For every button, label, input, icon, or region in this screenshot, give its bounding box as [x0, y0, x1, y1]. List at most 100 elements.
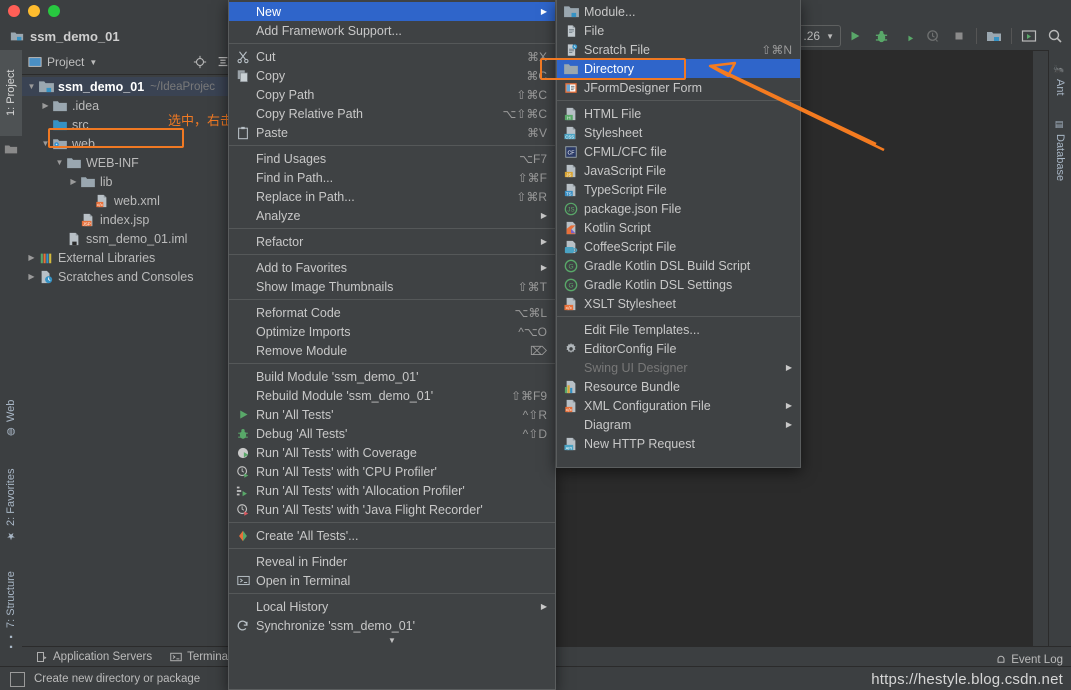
menu-item[interactable]: Run 'All Tests' with 'Allocation Profile… — [229, 481, 555, 500]
context-menu[interactable]: New ▶ Add Framework Support... Cut ⌘X Copy ⌘C C… — [228, 0, 556, 690]
tree-node[interactable]: ▶ External Libraries — [22, 248, 232, 267]
menu-item[interactable]: Debug 'All Tests' ^⇧D — [229, 424, 555, 443]
tree-node[interactable]: ▼ web — [22, 134, 232, 153]
menu-item[interactable]: Show Image Thumbnails ⇧⌘T — [229, 277, 555, 296]
tree-node[interactable]: ▶ Scratches and Consoles — [22, 267, 232, 286]
menu-item[interactable]: Synchronize 'ssm_demo_01' — [229, 616, 555, 635]
menu-item[interactable]: G Gradle Kotlin DSL Settings — [557, 275, 800, 294]
menu-item[interactable]: Run 'All Tests' with 'Java Flight Record… — [229, 500, 555, 519]
menu-item[interactable]: Module... — [557, 2, 800, 21]
sidebar-item-structure[interactable]: ▪▪ 7: Structure — [0, 562, 22, 662]
menu-item[interactable]: JS JavaScript File — [557, 161, 800, 180]
project-tree[interactable]: ▼ ssm_demo_01 ~/IdeaProjec ▶ .idea src ▼ web ▼ WE… — [22, 75, 232, 286]
chevron-down-icon[interactable]: ▼ — [40, 138, 51, 149]
menu-item[interactable]: Directory — [557, 59, 800, 78]
menu-item[interactable]: Optimize Imports ^⌥O — [229, 322, 555, 341]
sidebar-item-web[interactable]: ◍ Web — [0, 390, 22, 446]
chevron-right-icon[interactable]: ▶ — [40, 100, 51, 111]
menu-item[interactable]: </> XML Configuration File ▶ — [557, 396, 800, 415]
project-structure-button[interactable] — [982, 24, 1006, 48]
chevron-right-icon[interactable]: ▶ — [26, 252, 37, 263]
menu-item[interactable]: CSS Stylesheet — [557, 123, 800, 142]
minimize-window-button[interactable] — [28, 5, 40, 17]
menu-item[interactable]: New ▶ — [229, 2, 555, 21]
menu-item[interactable]: Local History ▶ — [229, 597, 555, 616]
bottom-item-terminal[interactable]: Termina — [170, 651, 228, 663]
project-view-icon — [28, 55, 42, 69]
tree-node[interactable]: JSP index.jsp — [22, 210, 232, 229]
close-window-button[interactable] — [8, 5, 20, 17]
sidebar-item-favorites[interactable]: ★ 2: Favorites — [0, 454, 22, 556]
tree-node[interactable]: </> web.xml — [22, 191, 232, 210]
menu-item[interactable]: Reveal in Finder — [229, 552, 555, 571]
menu-item[interactable]: Reformat Code ⌥⌘L — [229, 303, 555, 322]
new-submenu[interactable]: Module... File Scratch File ⇧⌘N Directory JFo… — [556, 0, 801, 468]
menu-item[interactable]: Find in Path... ⇧⌘F — [229, 168, 555, 187]
menu-item[interactable]: Refactor ▶ — [229, 232, 555, 251]
chevron-right-icon[interactable]: ▶ — [26, 271, 37, 282]
run-button[interactable] — [843, 24, 867, 48]
menu-item[interactable]: </> XSLT Stylesheet — [557, 294, 800, 313]
event-log-button[interactable]: Event Log — [995, 654, 1063, 666]
tree-node[interactable]: ▼ WEB-INF — [22, 153, 232, 172]
menu-scroll-down[interactable]: ▼ — [229, 635, 555, 646]
menu-item[interactable]: Find Usages ⌥F7 — [229, 149, 555, 168]
maximize-window-button[interactable] — [48, 5, 60, 17]
menu-item[interactable]: Remove Module ⌦ — [229, 341, 555, 360]
menu-item[interactable]: Run 'All Tests' ^⇧R — [229, 405, 555, 424]
tree-node[interactable]: ssm_demo_01.iml — [22, 229, 232, 248]
menu-item[interactable]: CoffeeScript File — [557, 237, 800, 256]
toggle-tool-windows-icon[interactable] — [10, 672, 25, 687]
menu-item[interactable]: File — [557, 21, 800, 40]
select-opened-file-button[interactable] — [1017, 24, 1041, 48]
menu-separator — [229, 522, 555, 523]
menu-item[interactable]: CF CFML/CFC file — [557, 142, 800, 161]
menu-item[interactable]: Replace in Path... ⇧⌘R — [229, 187, 555, 206]
menu-item[interactable]: Diagram ▶ — [557, 415, 800, 434]
menu-item[interactable]: Edit File Templates... — [557, 320, 800, 339]
sidebar-item-database-label: Database — [1054, 134, 1066, 182]
menu-item[interactable]: Copy Path ⇧⌘C — [229, 85, 555, 104]
menu-item[interactable]: Scratch File ⇧⌘N — [557, 40, 800, 59]
debug-button[interactable] — [869, 24, 893, 48]
sidebar-item-ant[interactable]: 🐜 Ant — [1049, 58, 1071, 102]
jformdesigner-icon — [563, 80, 579, 96]
menu-item[interactable]: Run 'All Tests' with Coverage — [229, 443, 555, 462]
bottom-item-application-servers[interactable]: Application Servers — [36, 651, 152, 663]
search-everywhere-button[interactable] — [1043, 24, 1067, 48]
menu-item[interactable]: Analyze ▶ — [229, 206, 555, 225]
menu-item[interactable]: Kotlin Script — [557, 218, 800, 237]
menu-item[interactable]: Cut ⌘X — [229, 47, 555, 66]
menu-item[interactable]: Copy Relative Path ⌥⇧⌘C — [229, 104, 555, 123]
chevron-down-icon[interactable]: ▼ — [54, 157, 65, 168]
menu-item[interactable]: Build Module 'ssm_demo_01' — [229, 367, 555, 386]
menu-item[interactable]: API New HTTP Request — [557, 434, 800, 453]
menu-item[interactable]: Add to Favorites ▶ — [229, 258, 555, 277]
stop-button[interactable] — [947, 24, 971, 48]
menu-item[interactable]: Resource Bundle — [557, 377, 800, 396]
menu-item[interactable]: Create 'All Tests'... — [229, 526, 555, 545]
run-coverage-button[interactable] — [895, 24, 919, 48]
chevron-down-icon[interactable]: ▼ — [89, 58, 97, 67]
profiler-button[interactable] — [921, 24, 945, 48]
tree-node[interactable]: ▼ ssm_demo_01 ~/IdeaProjec — [22, 77, 232, 96]
menu-item[interactable]: Copy ⌘C — [229, 66, 555, 85]
menu-item[interactable]: JFormDesigner Form — [557, 78, 800, 97]
menu-item[interactable]: Run 'All Tests' with 'CPU Profiler' — [229, 462, 555, 481]
sidebar-item-database[interactable]: ▤ Database — [1049, 110, 1071, 192]
menu-item[interactable]: TS TypeScript File — [557, 180, 800, 199]
locate-file-icon[interactable] — [191, 53, 209, 71]
menu-item[interactable]: JS package.json File — [557, 199, 800, 218]
menu-item[interactable]: Rebuild Module 'ssm_demo_01' ⇧⌘F9 — [229, 386, 555, 405]
run-configuration-selector[interactable]: .26 ▼ — [796, 25, 841, 47]
chevron-right-icon[interactable]: ▶ — [68, 176, 79, 187]
chevron-down-icon[interactable]: ▼ — [26, 81, 37, 92]
menu-item[interactable]: Add Framework Support... — [229, 21, 555, 40]
sidebar-item-project[interactable]: 1: Project — [0, 50, 22, 136]
tree-node[interactable]: ▶ lib — [22, 172, 232, 191]
menu-item[interactable]: EditorConfig File — [557, 339, 800, 358]
menu-item[interactable]: G Gradle Kotlin DSL Build Script — [557, 256, 800, 275]
menu-item[interactable]: Open in Terminal — [229, 571, 555, 590]
menu-item[interactable]: Paste ⌘V — [229, 123, 555, 142]
menu-item[interactable]: H HTML File — [557, 104, 800, 123]
